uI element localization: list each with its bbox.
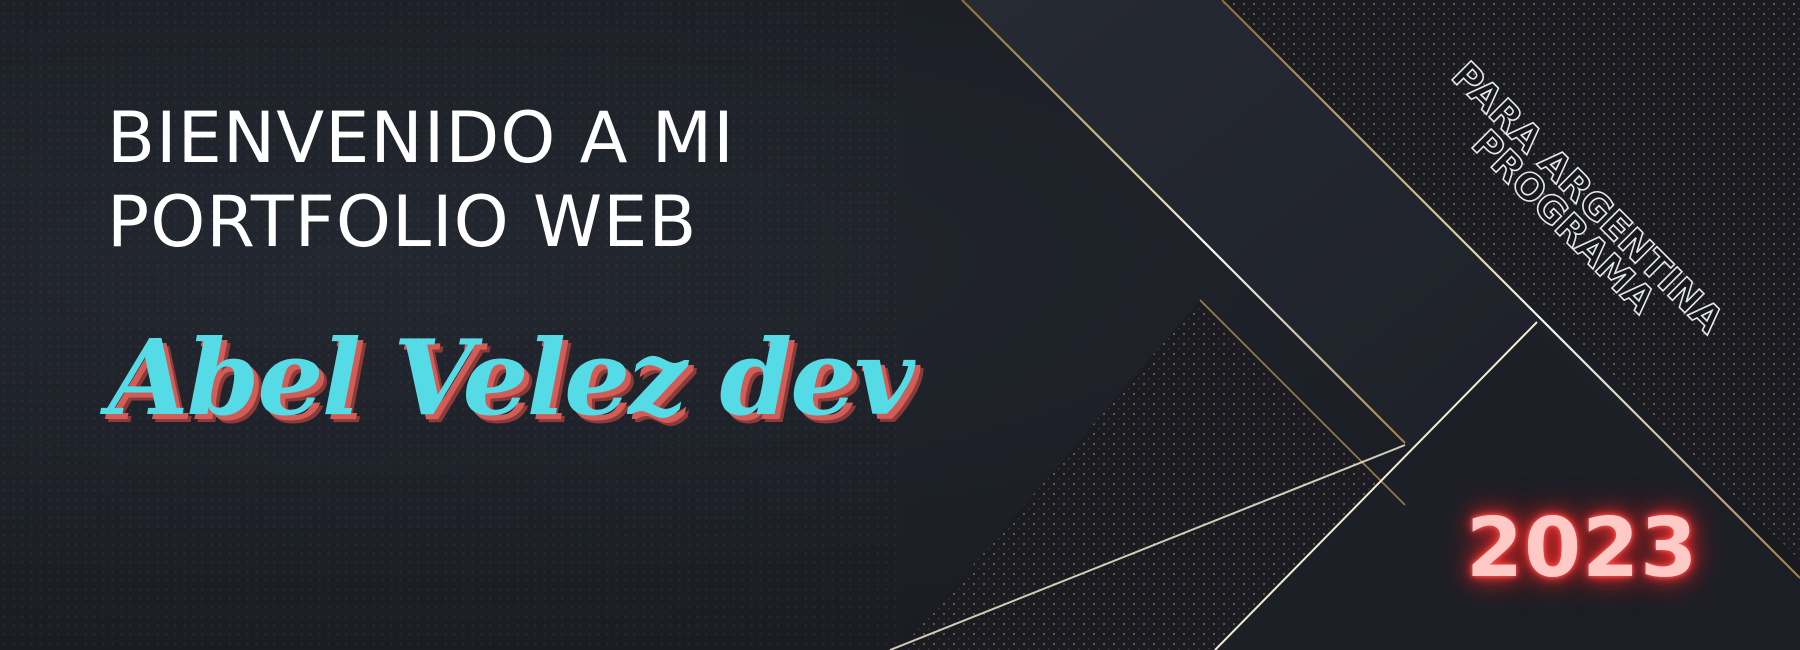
developer-name: Abel Velez dev <box>108 316 915 439</box>
welcome-heading-line-1: BIENVENIDO A MI <box>107 97 735 179</box>
year-label: 2023 <box>1466 501 1699 596</box>
welcome-heading-line-2: PORTFOLIO WEB <box>107 181 698 263</box>
portfolio-banner: BIENVENIDO A MI PORTFOLIO WEB Abel Velez… <box>0 0 1800 650</box>
welcome-heading: BIENVENIDO A MI PORTFOLIO WEB <box>107 96 827 264</box>
